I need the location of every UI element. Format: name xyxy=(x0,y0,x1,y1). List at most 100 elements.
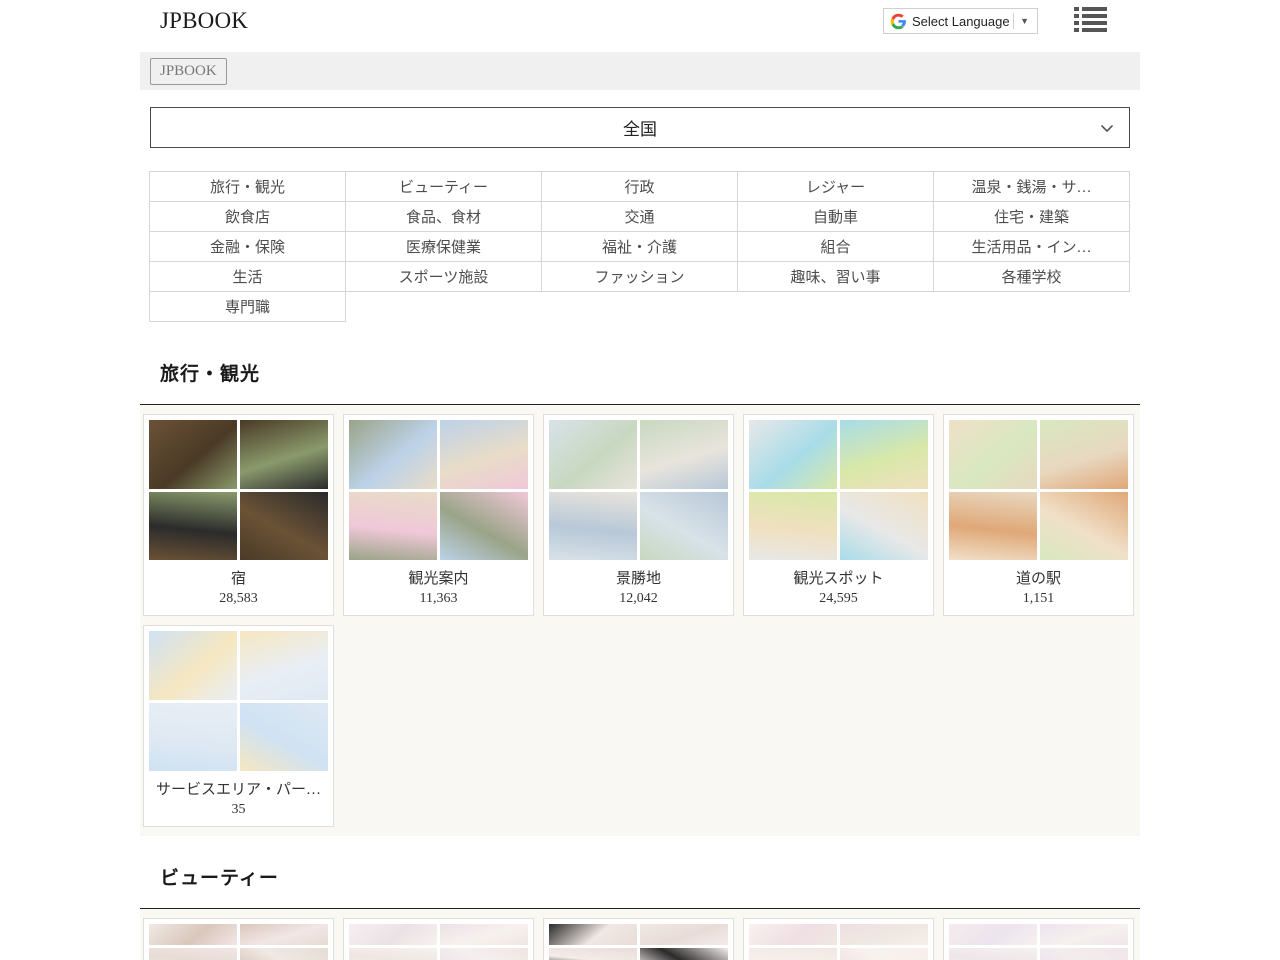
category-cell[interactable]: 金融・保険 xyxy=(150,232,346,262)
thumbnail xyxy=(1040,420,1128,489)
thumbnail-grid xyxy=(149,420,328,560)
category-cell[interactable]: 組合 xyxy=(738,232,934,262)
thumbnail-grid xyxy=(349,420,528,560)
category-cell[interactable]: スポーツ施設 xyxy=(346,262,542,292)
thumbnail xyxy=(1040,948,1128,960)
thumbnail xyxy=(840,924,928,945)
thumbnail xyxy=(149,703,237,772)
site-logo[interactable]: JPBOOK xyxy=(160,8,248,34)
card-label: 道の駅 xyxy=(949,560,1128,589)
thumbnail xyxy=(640,492,728,561)
category-card[interactable] xyxy=(743,918,934,960)
card-count: 24,595 xyxy=(749,589,928,615)
card-label: サービスエリア・パー… xyxy=(149,771,328,800)
category-table: 旅行・観光ビューティー行政レジャー温泉・銭湯・サ…飲食店食品、食材交通自動車住宅… xyxy=(149,171,1130,322)
category-card[interactable] xyxy=(143,918,334,960)
thumbnail xyxy=(149,631,237,700)
translate-caret-icon[interactable]: ▼ xyxy=(1020,16,1033,26)
category-cell[interactable]: 交通 xyxy=(542,202,738,232)
category-card[interactable] xyxy=(543,918,734,960)
thumbnail xyxy=(149,420,237,489)
thumbnail xyxy=(749,492,837,561)
breadcrumb-item-home[interactable]: JPBOOK xyxy=(150,58,227,85)
category-cell[interactable]: 医療保健業 xyxy=(346,232,542,262)
category-cell[interactable]: ファッション xyxy=(542,262,738,292)
list-bar xyxy=(1082,7,1107,11)
thumbnail xyxy=(949,420,1037,489)
thumbnail xyxy=(1040,924,1128,945)
category-card[interactable]: 観光スポット24,595 xyxy=(743,414,934,616)
category-card[interactable]: サービスエリア・パー…35 xyxy=(143,625,334,827)
category-card[interactable]: 観光案内11,363 xyxy=(343,414,534,616)
card-label: 宿 xyxy=(149,560,328,589)
category-table-body: 旅行・観光ビューティー行政レジャー温泉・銭湯・サ…飲食店食品、食材交通自動車住宅… xyxy=(150,172,1130,322)
category-cell[interactable]: 福祉・介護 xyxy=(542,232,738,262)
category-cell[interactable]: 飲食店 xyxy=(150,202,346,232)
category-cell[interactable]: 各種学校 xyxy=(934,262,1130,292)
category-card[interactable] xyxy=(943,918,1134,960)
thumbnail-grid xyxy=(149,631,328,771)
category-card[interactable]: 景勝地12,042 xyxy=(543,414,734,616)
card-count: 12,042 xyxy=(549,589,728,615)
thumbnail xyxy=(549,492,637,561)
thumbnail xyxy=(949,924,1037,945)
category-cell[interactable]: 温泉・銭湯・サ… xyxy=(934,172,1130,202)
list-bullet xyxy=(1074,28,1079,32)
section-title: ビューティー xyxy=(140,849,1140,890)
thumbnail-grid xyxy=(549,420,728,560)
category-card[interactable]: 道の駅1,151 xyxy=(943,414,1134,616)
category-cell[interactable]: ビューティー xyxy=(346,172,542,202)
category-row: 飲食店食品、食材交通自動車住宅・建築 xyxy=(150,202,1130,232)
thumbnail xyxy=(640,924,728,945)
thumbnail-grid xyxy=(149,924,328,960)
category-cell[interactable]: 趣味、習い事 xyxy=(738,262,934,292)
category-cell[interactable]: 生活用品・イン… xyxy=(934,232,1130,262)
category-cell[interactable]: 行政 xyxy=(542,172,738,202)
google-g-icon xyxy=(890,13,907,30)
thumbnail xyxy=(240,924,328,945)
category-cell-empty xyxy=(346,292,542,322)
list-bullet xyxy=(1074,14,1079,18)
category-cell[interactable]: 自動車 xyxy=(738,202,934,232)
category-cell[interactable]: 旅行・観光 xyxy=(150,172,346,202)
region-select[interactable]: 全国 xyxy=(150,107,1130,148)
category-cell[interactable]: 食品、食材 xyxy=(346,202,542,232)
thumbnail xyxy=(240,420,328,489)
thumbnail xyxy=(1040,492,1128,561)
list-bar xyxy=(1082,21,1107,25)
list-bar xyxy=(1082,28,1107,32)
page-root: JPBOOK Select Language ▼ JPBOOK xyxy=(0,0,1280,960)
thumbnail-grid xyxy=(949,420,1128,560)
card-count: 1,151 xyxy=(949,589,1128,615)
thumbnail xyxy=(640,420,728,489)
list-bullet xyxy=(1074,21,1079,25)
category-cell[interactable]: 専門職 xyxy=(150,292,346,322)
thumbnail xyxy=(749,948,837,960)
thumbnail xyxy=(349,492,437,561)
google-translate-widget[interactable]: Select Language ▼ xyxy=(883,8,1038,34)
thumbnail xyxy=(549,924,637,945)
category-row: 専門職 xyxy=(150,292,1130,322)
category-card[interactable]: 宿28,583 xyxy=(143,414,334,616)
thumbnail-grid xyxy=(549,924,728,960)
thumbnail xyxy=(440,948,528,960)
category-cell[interactable]: 生活 xyxy=(150,262,346,292)
list-bar xyxy=(1082,14,1107,18)
thumbnail xyxy=(749,924,837,945)
category-card[interactable] xyxy=(343,918,534,960)
thumbnail xyxy=(440,420,528,489)
category-cell-empty xyxy=(738,292,934,322)
list-menu-icon[interactable] xyxy=(1074,7,1107,32)
thumbnail xyxy=(240,703,328,772)
translate-label: Select Language xyxy=(912,14,1011,29)
thumbnail xyxy=(240,492,328,561)
category-cell[interactable]: 住宅・建築 xyxy=(934,202,1130,232)
card-label: 景勝地 xyxy=(549,560,728,589)
category-cell[interactable]: レジャー xyxy=(738,172,934,202)
thumbnail xyxy=(440,924,528,945)
category-cell-empty xyxy=(542,292,738,322)
chevron-down-icon xyxy=(1099,120,1115,136)
thumbnail-grid xyxy=(749,420,928,560)
card-count: 28,583 xyxy=(149,589,328,615)
region-select-value: 全国 xyxy=(623,115,657,140)
